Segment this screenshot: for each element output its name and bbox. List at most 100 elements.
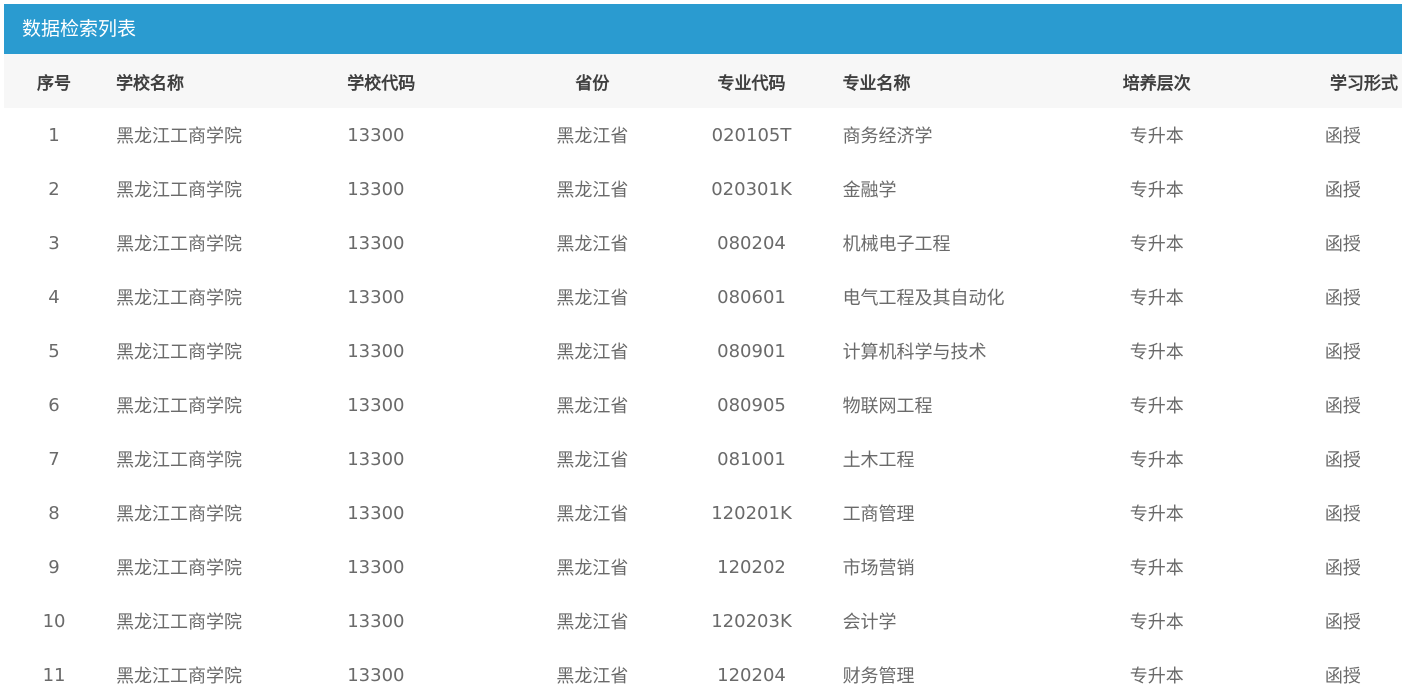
cell-school-name: 黑龙江工商学院 xyxy=(116,558,243,579)
cell-school-name: 黑龙江工商学院 xyxy=(116,666,243,687)
cell-study-form: 函授 xyxy=(1324,234,1361,255)
cell-school-code: 13300 xyxy=(347,556,405,578)
cell-major-name: 计算机科学与技术 xyxy=(842,342,987,363)
table-body: 1 黑龙江工商学院 13300 黑龙江省 020105T 商务经济学 专升本 函授 2 黑龙江工商… xyxy=(4,108,1402,699)
table-row[interactable]: 11 黑龙江工商学院 13300 黑龙江省 120204 财务管理 专升本 函授 xyxy=(4,648,1402,699)
cell-major-code: 080204 xyxy=(717,232,786,254)
cell-index: 4 xyxy=(48,286,60,308)
cell-study-form: 函授 xyxy=(1324,126,1361,147)
cell-major-code: 080601 xyxy=(717,286,786,308)
cell-major-name: 电气工程及其自动化 xyxy=(842,288,1005,309)
cell-index: 5 xyxy=(48,340,60,362)
cell-study-form: 函授 xyxy=(1324,180,1361,201)
cell-major-name: 会计学 xyxy=(842,612,897,633)
cell-major-code: 120203K xyxy=(711,610,792,632)
data-search-panel: 数据检索列表 序号 学校名称 学校代码 省份 专业代码 专业名称 培养层次 学习… xyxy=(4,4,1402,699)
cell-level: 专升本 xyxy=(1129,234,1184,255)
cell-major-name: 物联网工程 xyxy=(842,396,933,417)
cell-school-code: 13300 xyxy=(347,502,405,524)
cell-major-name: 商务经济学 xyxy=(842,126,933,147)
cell-school-code: 13300 xyxy=(347,286,405,308)
table-row[interactable]: 4 黑龙江工商学院 13300 黑龙江省 080601 电气工程及其自动化 专升本 函授 xyxy=(4,270,1402,324)
cell-index: 9 xyxy=(48,556,60,578)
cell-school-name: 黑龙江工商学院 xyxy=(116,342,243,363)
cell-level: 专升本 xyxy=(1129,396,1184,417)
cell-level: 专升本 xyxy=(1129,666,1184,687)
cell-index: 11 xyxy=(42,664,66,686)
cell-major-name: 土木工程 xyxy=(842,450,915,471)
cell-province: 黑龙江省 xyxy=(556,396,629,417)
cell-major-code: 080905 xyxy=(717,394,786,416)
cell-level: 专升本 xyxy=(1129,126,1184,147)
table-row[interactable]: 10 黑龙江工商学院 13300 黑龙江省 120203K 会计学 专升本 函授 xyxy=(4,594,1402,648)
cell-province: 黑龙江省 xyxy=(556,612,629,633)
table-row[interactable]: 3 黑龙江工商学院 13300 黑龙江省 080204 机械电子工程 专升本 函授 xyxy=(4,216,1402,270)
table-row[interactable]: 5 黑龙江工商学院 13300 黑龙江省 080901 计算机科学与技术 专升本 函授 xyxy=(4,324,1402,378)
cell-school-code: 13300 xyxy=(347,394,405,416)
cell-province: 黑龙江省 xyxy=(556,342,629,363)
cell-school-name: 黑龙江工商学院 xyxy=(116,504,243,525)
cell-school-name: 黑龙江工商学院 xyxy=(116,126,243,147)
cell-level: 专升本 xyxy=(1129,450,1184,471)
cell-major-code: 120204 xyxy=(717,664,786,686)
cell-province: 黑龙江省 xyxy=(556,450,629,471)
cell-school-code: 13300 xyxy=(347,124,405,146)
cell-school-name: 黑龙江工商学院 xyxy=(116,234,243,255)
cell-province: 黑龙江省 xyxy=(556,234,629,255)
cell-school-name: 黑龙江工商学院 xyxy=(116,288,243,309)
cell-study-form: 函授 xyxy=(1324,558,1361,579)
table-row[interactable]: 1 黑龙江工商学院 13300 黑龙江省 020105T 商务经济学 专升本 函授 xyxy=(4,108,1402,162)
cell-index: 10 xyxy=(42,610,66,632)
cell-major-name: 工商管理 xyxy=(842,504,915,525)
table-row[interactable]: 6 黑龙江工商学院 13300 黑龙江省 080905 物联网工程 专升本 函授 xyxy=(4,378,1402,432)
cell-study-form: 函授 xyxy=(1324,450,1361,471)
cell-level: 专升本 xyxy=(1129,288,1184,309)
cell-study-form: 函授 xyxy=(1324,504,1361,525)
cell-level: 专升本 xyxy=(1129,558,1184,579)
cell-major-name: 金融学 xyxy=(842,180,897,201)
cell-school-name: 黑龙江工商学院 xyxy=(116,180,243,201)
cell-major-name: 市场营销 xyxy=(842,558,915,579)
cell-major-code: 120201K xyxy=(711,502,792,524)
cell-province: 黑龙江省 xyxy=(556,666,629,687)
col-header-major-name: 专业名称 xyxy=(842,73,911,94)
col-header-school-code: 学校代码 xyxy=(347,73,416,94)
table-row[interactable]: 8 黑龙江工商学院 13300 黑龙江省 120201K 工商管理 专升本 函授 xyxy=(4,486,1402,540)
cell-province: 黑龙江省 xyxy=(556,558,629,579)
cell-level: 专升本 xyxy=(1129,504,1184,525)
cell-province: 黑龙江省 xyxy=(556,288,629,309)
cell-major-code: 080901 xyxy=(717,340,786,362)
col-header-index: 序号 xyxy=(37,73,72,94)
cell-school-code: 13300 xyxy=(347,610,405,632)
col-header-major-code: 专业代码 xyxy=(717,73,786,94)
table-header: 序号 学校名称 学校代码 省份 专业代码 专业名称 培养层次 学习形式 xyxy=(4,54,1402,108)
table-row[interactable]: 2 黑龙江工商学院 13300 黑龙江省 020301K 金融学 专升本 函授 xyxy=(4,162,1402,216)
panel-title: 数据检索列表 xyxy=(4,4,1402,54)
cell-province: 黑龙江省 xyxy=(556,504,629,525)
cell-school-code: 13300 xyxy=(347,178,405,200)
cell-major-name: 机械电子工程 xyxy=(842,234,951,255)
cell-index: 3 xyxy=(48,232,60,254)
cell-major-code: 020301K xyxy=(711,178,792,200)
col-header-school-name: 学校名称 xyxy=(116,73,185,94)
table-row[interactable]: 9 黑龙江工商学院 13300 黑龙江省 120202 市场营销 专升本 函授 xyxy=(4,540,1402,594)
cell-index: 1 xyxy=(48,124,60,146)
cell-level: 专升本 xyxy=(1129,342,1184,363)
cell-school-name: 黑龙江工商学院 xyxy=(116,450,243,471)
cell-level: 专升本 xyxy=(1129,612,1184,633)
cell-major-code: 020105T xyxy=(711,124,792,146)
header-row: 序号 学校名称 学校代码 省份 专业代码 专业名称 培养层次 学习形式 xyxy=(4,54,1402,108)
cell-study-form: 函授 xyxy=(1324,342,1361,363)
cell-province: 黑龙江省 xyxy=(556,126,629,147)
table-row[interactable]: 7 黑龙江工商学院 13300 黑龙江省 081001 土木工程 专升本 函授 xyxy=(4,432,1402,486)
cell-major-name: 财务管理 xyxy=(842,666,915,687)
cell-index: 2 xyxy=(48,178,60,200)
cell-index: 8 xyxy=(48,502,60,524)
cell-study-form: 函授 xyxy=(1324,612,1361,633)
col-header-study-form: 学习形式 xyxy=(1330,73,1398,94)
cell-province: 黑龙江省 xyxy=(556,180,629,201)
cell-school-code: 13300 xyxy=(347,664,405,686)
cell-major-code: 120202 xyxy=(717,556,786,578)
cell-level: 专升本 xyxy=(1129,180,1184,201)
results-table: 序号 学校名称 学校代码 省份 专业代码 专业名称 培养层次 学习形式 1 黑龙江… xyxy=(4,54,1402,699)
